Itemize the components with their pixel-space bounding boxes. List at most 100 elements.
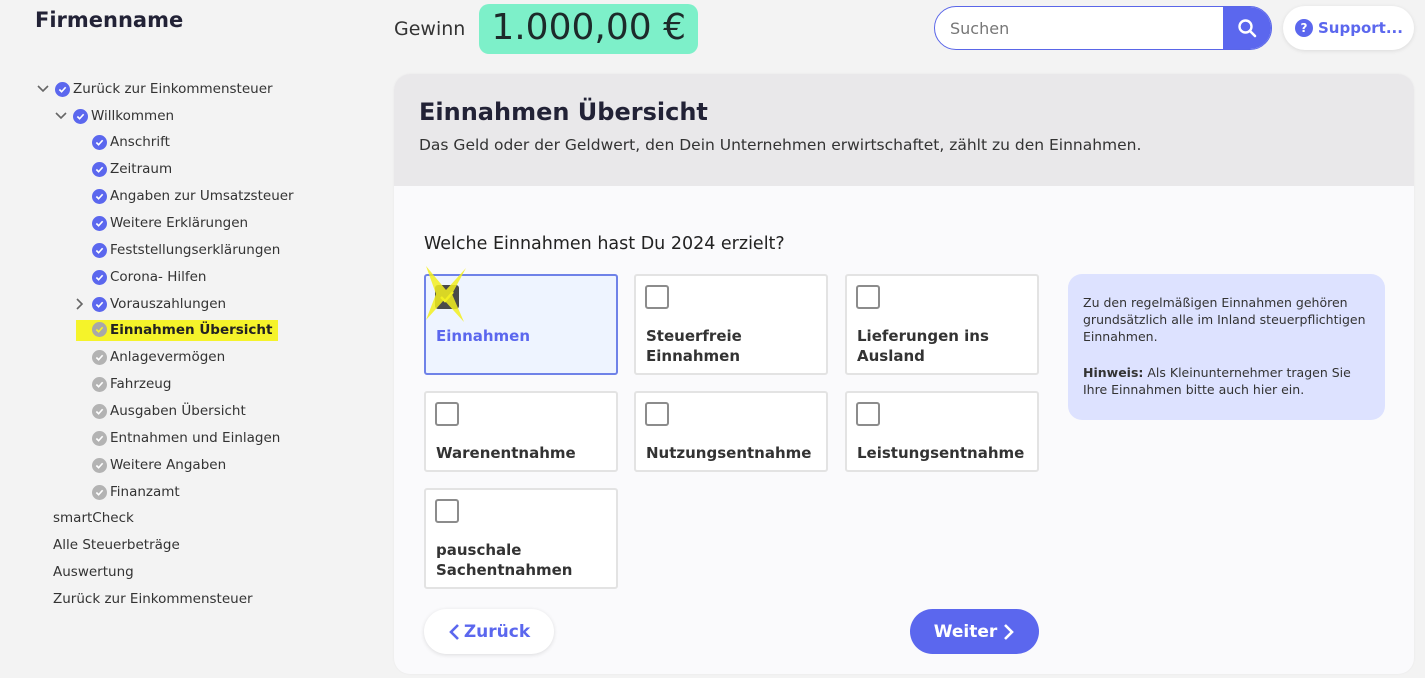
- profit-value: 1.000,00 €: [479, 4, 698, 54]
- search-button[interactable]: [1223, 7, 1271, 49]
- support-label: Support...: [1318, 19, 1403, 37]
- option-label: Leistungsentnahme: [857, 444, 1025, 462]
- checkbox[interactable]: [856, 285, 880, 309]
- checkbox[interactable]: [856, 402, 880, 426]
- sidebar-item-label: Angaben zur Umsatzsteuer: [110, 188, 294, 204]
- check-circle-icon: [92, 376, 107, 392]
- card-header: Einnahmen Übersicht Das Geld oder der Ge…: [394, 74, 1414, 186]
- sidebar-item-label: smartCheck: [53, 510, 134, 526]
- option-warenentnahme[interactable]: Warenentnahme: [424, 391, 618, 472]
- info-text: Zu den regelmäßigen Einnahmen gehören gr…: [1083, 295, 1366, 344]
- check-circle-icon: [92, 188, 107, 204]
- sidebar-item-weitere-angaben[interactable]: Weitere Angaben: [92, 454, 226, 476]
- option-label: Lieferungen ins Ausland: [857, 327, 989, 365]
- checkbox[interactable]: [645, 285, 669, 309]
- page-title: Einnahmen Übersicht: [419, 98, 708, 126]
- sidebar-item-entnahmen-einlagen[interactable]: Entnahmen und Einlagen: [92, 427, 280, 449]
- checkmark-icon: [440, 291, 454, 303]
- sidebar-item-alle-steuerbetraege[interactable]: Alle Steuerbeträge: [53, 534, 180, 556]
- sidebar-item-anschrift[interactable]: Anschrift: [92, 131, 170, 153]
- check-circle-icon: [92, 484, 107, 500]
- option-label: Warenentnahme: [436, 444, 576, 462]
- profit-display: Gewinn 1.000,00 €: [394, 4, 698, 54]
- sidebar-item-label: Einnahmen Übersicht: [110, 321, 273, 338]
- sidebar-item-auswertung[interactable]: Auswertung: [53, 561, 134, 583]
- sidebar-item-label: Willkommen: [91, 108, 175, 124]
- checkbox-checked[interactable]: [435, 285, 459, 309]
- sidebar-item-umsatzsteuer[interactable]: Angaben zur Umsatzsteuer: [92, 185, 294, 207]
- company-name: Firmenname: [35, 8, 184, 32]
- profit-label: Gewinn: [394, 18, 466, 40]
- check-circle-icon: [92, 430, 107, 446]
- check-circle-icon: [55, 81, 70, 97]
- option-nutzungsentnahme[interactable]: Nutzungsentnahme: [634, 391, 828, 472]
- sidebar-item-finanzamt[interactable]: Finanzamt: [92, 481, 180, 503]
- sidebar-item-feststellungserklaerungen[interactable]: Feststellungserklärungen: [92, 239, 280, 261]
- sidebar-item-label: Weitere Angaben: [110, 457, 227, 473]
- check-circle-icon: [92, 134, 107, 150]
- page-subtitle: Das Geld oder der Geldwert, den Dein Unt…: [419, 136, 1142, 154]
- question-text: Welche Einnahmen hast Du 2024 erzielt?: [424, 234, 785, 254]
- sidebar-item-zurueck-einkommensteuer-2[interactable]: Zurück zur Einkommensteuer: [53, 588, 253, 610]
- option-label: Steuerfreie Einnahmen: [646, 327, 742, 365]
- info-box: Zu den regelmäßigen Einnahmen gehören gr…: [1068, 274, 1385, 420]
- question-icon: ?: [1295, 19, 1313, 37]
- check-circle-icon: [92, 322, 107, 337]
- option-label: Einnahmen: [436, 327, 531, 345]
- option-label: Nutzungsentnahme: [646, 444, 812, 462]
- next-button-label: Weiter: [933, 621, 998, 642]
- option-pauschale-sachentnahmen[interactable]: pauschale Sachentnahmen: [424, 488, 618, 589]
- sidebar-item-vorauszahlungen[interactable]: Vorauszahlungen: [72, 293, 226, 315]
- sidebar-item-label: Anschrift: [110, 134, 170, 150]
- chevron-right-icon: [1004, 623, 1015, 640]
- sidebar-item-label: Corona- Hilfen: [110, 269, 207, 285]
- sidebar-item-label: Ausgaben Übersicht: [110, 403, 246, 419]
- info-hint: Hinweis: Als Kleinunternehmer tragen Sie…: [1083, 364, 1370, 398]
- checkbox[interactable]: [645, 402, 669, 426]
- option-einnahmen[interactable]: Einnahmen: [424, 266, 618, 375]
- sidebar-item-smartcheck[interactable]: smartCheck: [53, 507, 134, 529]
- sidebar-item-label: Zurück zur Einkommensteuer: [53, 591, 253, 607]
- sidebar-item-label: Anlagevermögen: [110, 349, 226, 365]
- option-label: pauschale Sachentnahmen: [436, 541, 573, 579]
- chevron-down-icon[interactable]: [54, 109, 68, 123]
- sidebar-item-willkommen[interactable]: Willkommen: [54, 105, 174, 127]
- sidebar-item-corona-hilfen[interactable]: Corona- Hilfen: [92, 266, 206, 288]
- checkbox[interactable]: [435, 402, 459, 426]
- sidebar-item-label: Entnahmen und Einlagen: [110, 430, 281, 446]
- check-circle-icon: [92, 269, 107, 285]
- sidebar-item-label: Feststellungserklärungen: [110, 242, 281, 258]
- sidebar-item-einnahmen-uebersicht[interactable]: Einnahmen Übersicht: [76, 319, 278, 341]
- option-steuerfreie-einnahmen[interactable]: Steuerfreie Einnahmen: [634, 274, 828, 375]
- check-circle-icon: [73, 108, 88, 124]
- sidebar-item-weitere-erklaerungen[interactable]: Weitere Erklärungen: [92, 212, 248, 234]
- sidebar-item-label: Alle Steuerbeträge: [53, 537, 180, 553]
- sidebar-item-label: Zeitraum: [110, 161, 173, 177]
- search-bar: [934, 6, 1272, 50]
- main-card: Einnahmen Übersicht Das Geld oder der Ge…: [394, 74, 1414, 674]
- search-input[interactable]: [935, 7, 1223, 49]
- back-button[interactable]: Zurück: [424, 609, 554, 654]
- check-circle-icon: [92, 349, 107, 365]
- sidebar-item-fahrzeug[interactable]: Fahrzeug: [92, 373, 171, 395]
- option-lieferungen-ausland[interactable]: Lieferungen ins Ausland: [845, 274, 1039, 375]
- checkbox[interactable]: [435, 499, 459, 523]
- back-button-label: Zurück: [463, 621, 531, 642]
- sidebar-item-label: Zurück zur Einkommensteuer: [73, 81, 273, 97]
- sidebar-item-zurueck-einkommensteuer[interactable]: Zurück zur Einkommensteuer: [36, 78, 273, 100]
- sidebar-item-anlagevermoegen[interactable]: Anlagevermögen: [92, 346, 225, 368]
- support-button[interactable]: ? Support...: [1283, 6, 1414, 50]
- check-circle-icon: [92, 403, 107, 419]
- check-circle-icon: [92, 457, 107, 473]
- sidebar-item-zeitraum[interactable]: Zeitraum: [92, 158, 172, 180]
- check-circle-icon: [92, 161, 107, 177]
- chevron-down-icon[interactable]: [36, 82, 50, 96]
- chevron-right-icon[interactable]: [72, 297, 86, 311]
- sidebar-item-ausgaben-uebersicht[interactable]: Ausgaben Übersicht: [92, 400, 246, 422]
- active-highlight: Einnahmen Übersicht: [76, 319, 278, 341]
- search-icon: [1238, 19, 1257, 38]
- sidebar-item-label: Vorauszahlungen: [110, 296, 227, 312]
- next-button[interactable]: Weiter: [910, 609, 1039, 654]
- option-leistungsentnahme[interactable]: Leistungsentnahme: [845, 391, 1039, 472]
- sidebar-item-label: Auswertung: [53, 564, 134, 580]
